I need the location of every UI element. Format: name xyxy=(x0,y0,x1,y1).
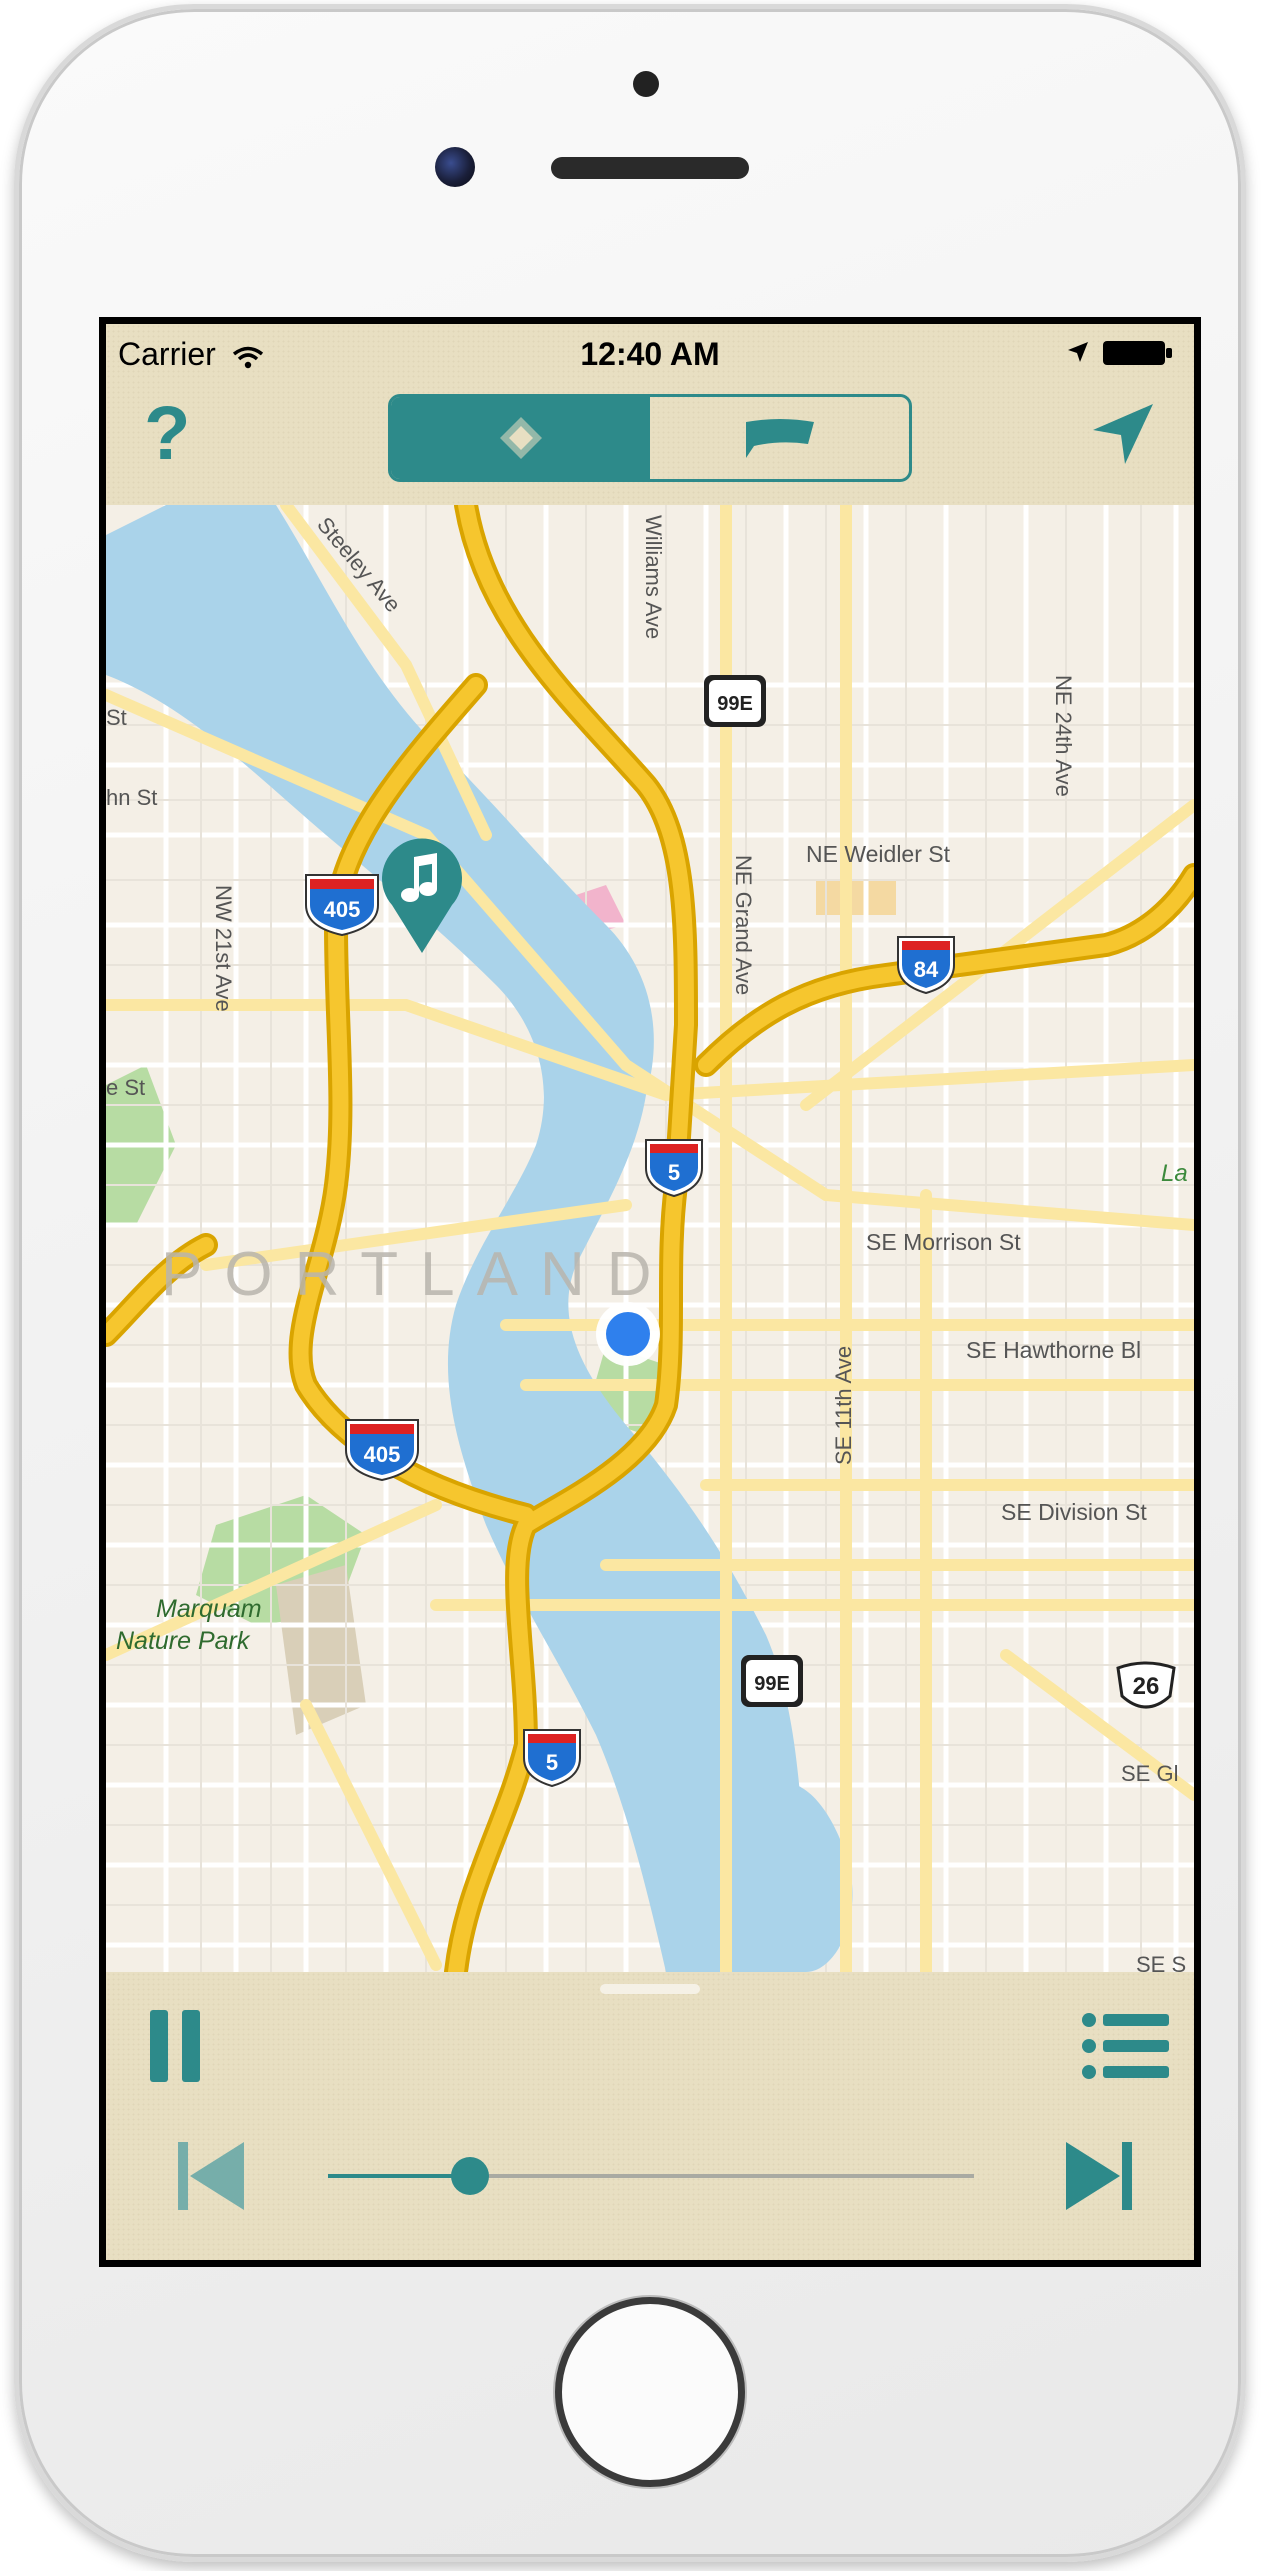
street-label: NE 24th Ave xyxy=(1051,675,1076,797)
street-label: Williams Ave xyxy=(641,515,666,639)
diamond-icon xyxy=(499,417,542,459)
location-arrow-icon xyxy=(1068,342,1088,362)
route-shield-99e: 99E xyxy=(741,1655,803,1707)
flag-icon xyxy=(745,419,814,458)
segment-diamond[interactable] xyxy=(391,397,650,479)
svg-text:5: 5 xyxy=(668,1160,680,1185)
navigation-arrow-icon xyxy=(1093,404,1153,464)
street-label: SE S xyxy=(1136,1952,1186,1972)
progress-slider[interactable] xyxy=(328,2157,974,2195)
svg-text:99E: 99E xyxy=(717,693,753,715)
svg-text:5: 5 xyxy=(546,1750,558,1775)
svg-text:99E: 99E xyxy=(754,1673,790,1695)
skip-forward-icon xyxy=(1066,2142,1132,2210)
svg-text:26: 26 xyxy=(1133,1673,1160,1700)
street-label: NE Weidler St xyxy=(806,841,951,867)
earpiece-speaker xyxy=(551,157,749,179)
street-label: SE Division St xyxy=(1001,1499,1147,1525)
status-bar: Carrier 12:40 AM xyxy=(106,324,1194,380)
interstate-shield-5: 5 xyxy=(523,1729,581,1788)
pause-icon xyxy=(150,2010,200,2082)
app-screen: Carrier 12:40 AM ? Steeley Ave Williams … xyxy=(106,324,1194,2260)
drawer-handle[interactable] xyxy=(600,1984,700,1994)
street-label: La xyxy=(1161,1160,1188,1187)
svg-text:405: 405 xyxy=(364,1442,401,1467)
list-icon xyxy=(1082,2013,1169,2079)
front-camera xyxy=(435,147,475,187)
current-location xyxy=(596,1302,660,1366)
interstate-shield-405: 405 xyxy=(345,1419,419,1482)
street-label: NE Grand Ave xyxy=(731,855,756,995)
view-segmented-control xyxy=(388,394,912,482)
progress-fill xyxy=(328,2174,471,2178)
playlist-button[interactable] xyxy=(1081,2012,1171,2085)
route-shield-99e: 99E xyxy=(704,675,766,727)
park-label: Nature Park xyxy=(116,1627,251,1655)
street-label: SE Morrison St xyxy=(866,1229,1021,1255)
home-button[interactable] xyxy=(555,2297,745,2487)
map-view[interactable]: Steeley Ave Williams Ave NE 24th Ave hn … xyxy=(106,505,1194,1972)
skip-back-icon xyxy=(178,2142,244,2210)
city-label: PORTLAND xyxy=(161,1240,674,1309)
next-button[interactable] xyxy=(1064,2140,1134,2217)
interstate-shield-84: 84 xyxy=(897,936,955,995)
park-label: Marquam xyxy=(156,1595,262,1623)
us-route-shield-26: 26 xyxy=(1116,1661,1176,1709)
svg-text:84: 84 xyxy=(914,957,939,982)
street-label: SE Hawthorne Bl xyxy=(966,1337,1141,1363)
landmark-area xyxy=(816,880,896,915)
svg-text:405: 405 xyxy=(324,897,361,922)
progress-thumb[interactable] xyxy=(451,2157,490,2195)
interstate-shield-405: 405 xyxy=(305,874,379,937)
phone-frame: Carrier 12:40 AM ? Steeley Ave Williams … xyxy=(14,4,1246,2562)
screen: Carrier 12:40 AM ? Steeley Ave Williams … xyxy=(99,317,1201,2267)
locate-button[interactable] xyxy=(1091,402,1155,471)
street-label: SE 11th Ave xyxy=(831,1346,856,1465)
nav-bar: ? xyxy=(106,380,1194,505)
street-label: SE Gl xyxy=(1121,1761,1178,1786)
status-time: 12:40 AM xyxy=(580,336,720,372)
street-label: St xyxy=(106,705,127,730)
battery-icon xyxy=(1103,341,1172,365)
street-label: hn St xyxy=(106,785,157,810)
player-panel xyxy=(106,1972,1194,2260)
street-label: e St xyxy=(106,1075,145,1100)
interstate-shield-5: 5 xyxy=(645,1139,703,1198)
map-canvas[interactable]: Steeley Ave Williams Ave NE 24th Ave hn … xyxy=(106,505,1194,1972)
blue-dot-icon xyxy=(606,1312,650,1356)
street-label: NW 21st Ave xyxy=(211,885,236,1012)
segment-flag[interactable] xyxy=(650,397,909,479)
pause-button[interactable] xyxy=(148,2008,204,2089)
previous-button[interactable] xyxy=(176,2140,246,2217)
proximity-sensor xyxy=(633,71,659,97)
help-button[interactable]: ? xyxy=(144,390,190,477)
